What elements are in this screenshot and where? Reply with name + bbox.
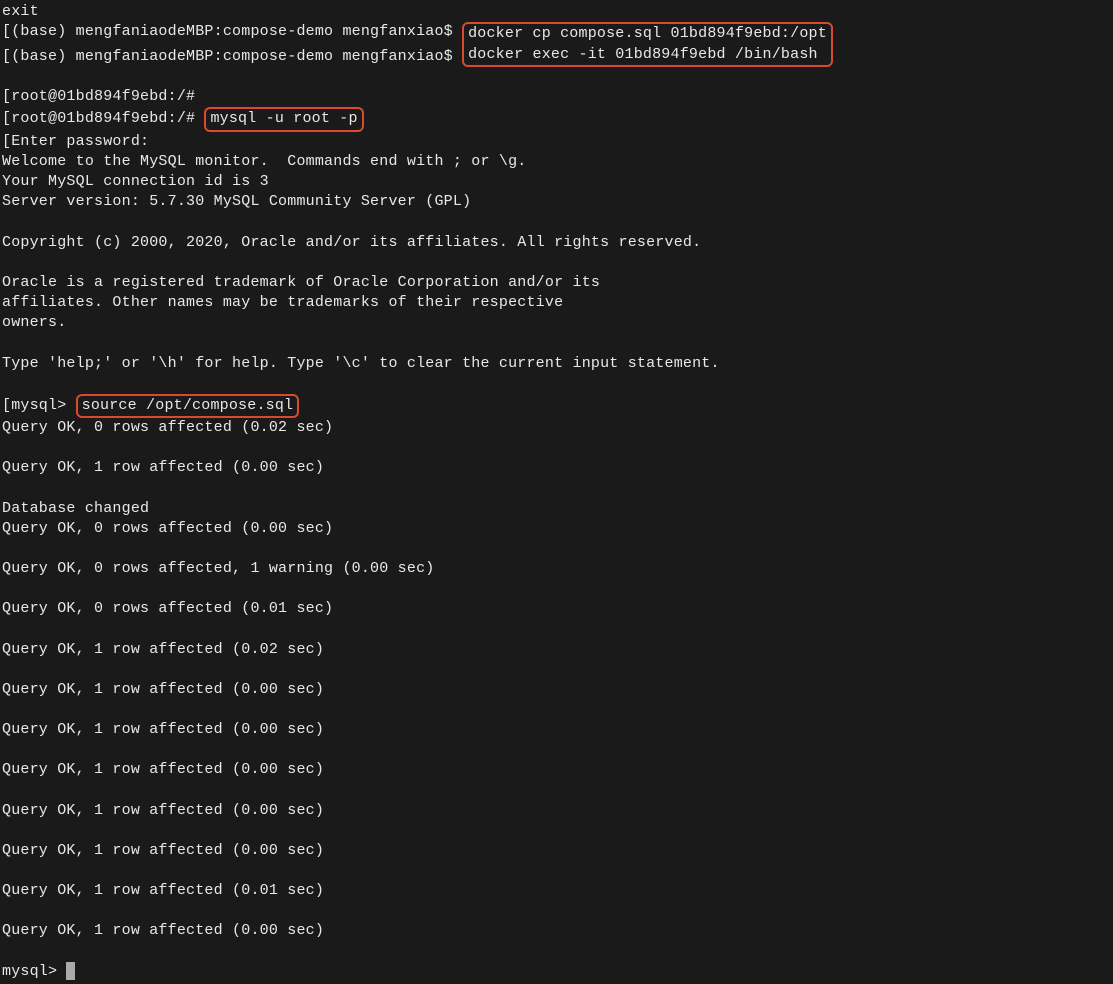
copyright-line: Copyright (c) 2000, 2020, Oracle and/or … — [2, 233, 1111, 253]
oracle-line-3: owners. — [2, 313, 1111, 333]
oracle-line-1: Oracle is a registered trademark of Orac… — [2, 273, 1111, 293]
query-result-1: Query OK, 0 rows affected (0.02 sec) — [2, 418, 1111, 438]
query-result-11: Query OK, 1 row affected (0.00 sec) — [2, 841, 1111, 861]
exit-line: exit — [2, 2, 1111, 22]
enter-password-line: [Enter password: — [2, 132, 1111, 152]
mysql-source-line: [mysql> source /opt/compose.sql — [2, 394, 1111, 418]
root-prompt-2: [root@01bd894f9ebd:/# mysql -u root -p — [2, 107, 1111, 131]
highlight-docker-commands: docker cp compose.sql 01bd894f9ebd:/optd… — [462, 22, 833, 67]
query-result-2: Query OK, 1 row affected (0.00 sec) — [2, 458, 1111, 478]
server-version-line: Server version: 5.7.30 MySQL Community S… — [2, 192, 1111, 212]
query-result-10: Query OK, 1 row affected (0.00 sec) — [2, 801, 1111, 821]
query-result-5: Query OK, 0 rows affected (0.01 sec) — [2, 599, 1111, 619]
help-line: Type 'help;' or '\h' for help. Type '\c'… — [2, 354, 1111, 374]
oracle-line-2: affiliates. Other names may be trademark… — [2, 293, 1111, 313]
query-result-9: Query OK, 1 row affected (0.00 sec) — [2, 760, 1111, 780]
root-prompt-1: [root@01bd894f9ebd:/# — [2, 87, 1111, 107]
mysql-prompt-final[interactable]: mysql> — [2, 962, 1111, 982]
database-changed-line: Database changed — [2, 499, 1111, 519]
query-result-6: Query OK, 1 row affected (0.02 sec) — [2, 640, 1111, 660]
highlight-source-command: source /opt/compose.sql — [76, 394, 300, 418]
query-result-12: Query OK, 1 row affected (0.01 sec) — [2, 881, 1111, 901]
terminal-window[interactable]: exit [(base) mengfaniaodeMBP:compose-dem… — [2, 2, 1111, 982]
query-result-3: Query OK, 0 rows affected (0.00 sec) — [2, 519, 1111, 539]
query-result-13: Query OK, 1 row affected (0.00 sec) — [2, 921, 1111, 941]
query-result-7: Query OK, 1 row affected (0.00 sec) — [2, 680, 1111, 700]
highlight-mysql-login: mysql -u root -p — [204, 107, 363, 131]
cursor-icon — [66, 962, 75, 980]
query-result-4: Query OK, 0 rows affected, 1 warning (0.… — [2, 559, 1111, 579]
query-result-8: Query OK, 1 row affected (0.00 sec) — [2, 720, 1111, 740]
connection-id-line: Your MySQL connection id is 3 — [2, 172, 1111, 192]
welcome-line: Welcome to the MySQL monitor. Commands e… — [2, 152, 1111, 172]
